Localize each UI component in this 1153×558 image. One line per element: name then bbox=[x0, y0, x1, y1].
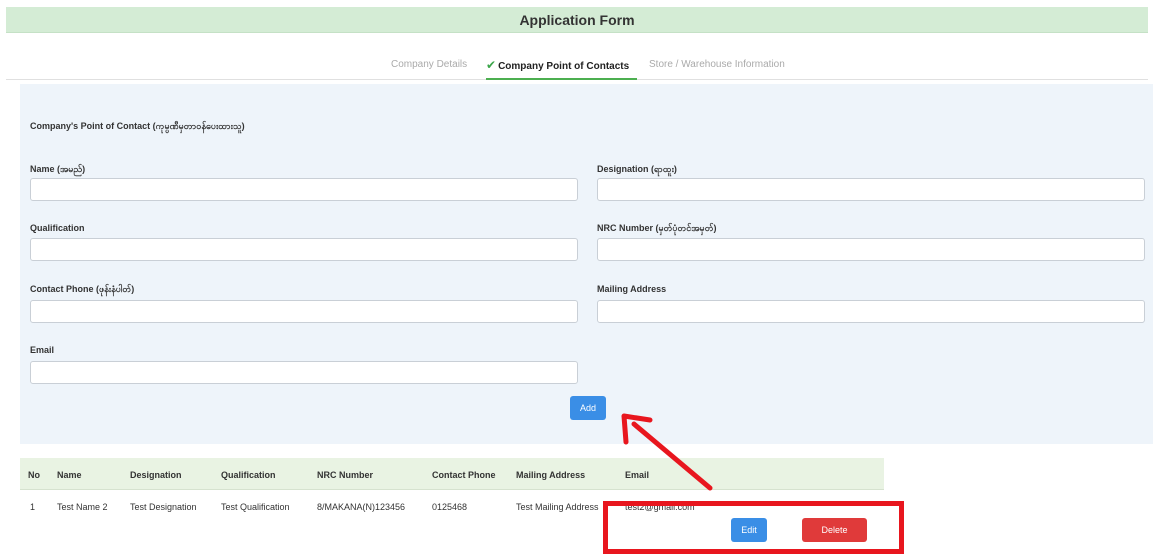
column-header-name: Name bbox=[57, 470, 82, 480]
contact-phone-label: Contact Phone (ဖုန်းနံပါတ်) bbox=[30, 284, 135, 294]
column-header-no: No bbox=[28, 470, 40, 480]
tab-company-point-of-contacts[interactable]: ✔ Company Point of Contacts bbox=[486, 54, 638, 80]
cell-contact-phone: 0125468 bbox=[432, 502, 468, 512]
column-header-nrc-number: NRC Number bbox=[317, 470, 374, 480]
column-header-designation: Designation bbox=[130, 470, 182, 480]
column-header-qualification: Qualification bbox=[221, 470, 276, 480]
mailing-address-label: Mailing Address bbox=[597, 284, 667, 294]
cell-name: Test Name 2 bbox=[57, 502, 108, 512]
annotation-arrow-icon bbox=[621, 413, 713, 491]
nrc-number-label: NRC Number (မှတ်ပုံတင်အမှတ်) bbox=[597, 223, 717, 233]
page-title: Application Form bbox=[519, 11, 635, 28]
email-label: Email bbox=[30, 345, 55, 355]
nrc-number-input[interactable] bbox=[597, 238, 1145, 261]
cell-nrc-number: 8/MAKANA(N)123456 bbox=[317, 502, 406, 512]
column-header-contact-phone: Contact Phone bbox=[432, 470, 496, 480]
cell-designation: Test Designation bbox=[130, 502, 197, 512]
section-title: Company's Point of Contact (ကုမ္ပဏီမှတာဝ… bbox=[30, 121, 245, 131]
designation-input[interactable] bbox=[597, 178, 1145, 201]
cell-mailing-address: Test Mailing Address bbox=[516, 502, 599, 512]
qualification-input[interactable] bbox=[30, 238, 578, 261]
tab-store-warehouse-information[interactable]: Store / Warehouse Information bbox=[649, 54, 785, 80]
contact-phone-input[interactable] bbox=[30, 300, 578, 323]
annotation-highlight-box bbox=[603, 501, 904, 554]
check-icon: ✔ bbox=[486, 58, 497, 72]
contact-form-panel bbox=[20, 84, 1153, 444]
designation-label: Designation (ရာထူး) bbox=[597, 164, 677, 174]
cell-no: 1 bbox=[30, 502, 36, 512]
name-input[interactable] bbox=[30, 178, 578, 201]
tab-bar: Company Details ✔ Company Point of Contac… bbox=[6, 54, 1148, 80]
email-input[interactable] bbox=[30, 361, 578, 384]
qualification-label: Qualification bbox=[30, 223, 85, 233]
name-label: Name (အမည်) bbox=[30, 164, 86, 174]
form-header: Application Form bbox=[6, 7, 1148, 33]
tab-company-details[interactable]: Company Details bbox=[391, 54, 467, 80]
tab-label: Company Point of Contacts bbox=[498, 61, 630, 72]
column-header-mailing-address: Mailing Address bbox=[516, 470, 586, 480]
cell-qualification: Test Qualification bbox=[221, 502, 290, 512]
mailing-address-input[interactable] bbox=[597, 300, 1145, 323]
